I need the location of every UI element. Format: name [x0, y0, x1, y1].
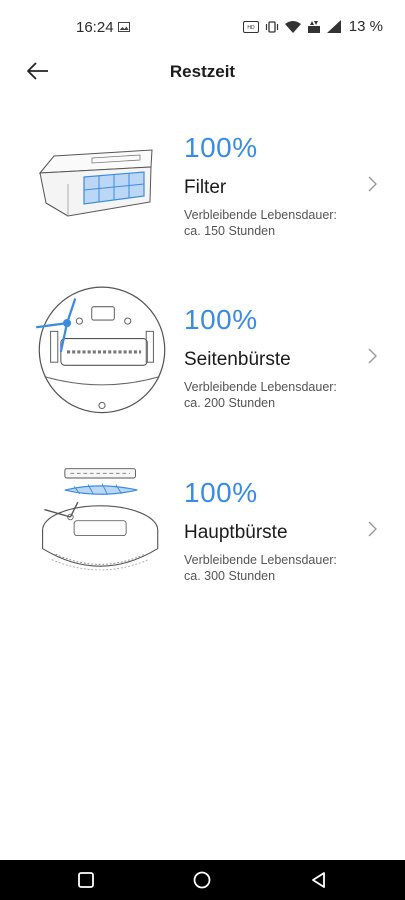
signal-icon [326, 20, 341, 33]
gallery-icon [118, 22, 130, 32]
list-item-filter[interactable]: 100% Filter Verbleibende Lebensdauer: ca… [0, 110, 405, 270]
system-nav-bar [0, 860, 405, 900]
side-brush-image [36, 286, 166, 414]
item-percent: 100% [184, 132, 258, 163]
item-remaining-label: Verbleibende Lebensdauer: [184, 208, 337, 222]
wifi-icon [284, 21, 301, 33]
chevron-right-icon [368, 348, 377, 364]
svg-text:HD: HD [247, 25, 255, 31]
item-remaining-hours: ca. 200 Stunden [184, 396, 276, 410]
item-remaining-label: Verbleibende Lebensdauer: [184, 380, 337, 394]
home-circle-icon[interactable] [192, 870, 212, 890]
item-title: Filter [184, 177, 227, 198]
vibrate-icon [265, 20, 278, 33]
item-title: Seitenbürste [184, 349, 291, 370]
item-remaining-hours: ca. 300 Stunden [184, 569, 276, 583]
item-remaining-label: Verbleibende Lebensdauer: [184, 553, 337, 567]
battery-percent: 13 % [348, 18, 383, 35]
item-remaining-hours: ca. 150 Stunden [184, 224, 276, 238]
status-bar: 16:24 HD 13 % [0, 0, 405, 56]
item-title: Hauptbürste [184, 522, 288, 543]
volte-icon: HD [242, 20, 259, 33]
main-brush-image [42, 468, 159, 571]
item-percent: 100% [184, 477, 258, 508]
list-item-main-brush[interactable]: 100% Hauptbürste Verbleibende Lebensdaue… [0, 455, 405, 615]
chevron-right-icon [368, 521, 377, 537]
status-time: 16:24 [76, 19, 114, 36]
data-icon [307, 21, 320, 33]
status-icons: HD 13 % [242, 18, 383, 35]
filter-image [38, 149, 153, 217]
page-title: Restzeit [169, 62, 236, 81]
back-triangle-icon[interactable] [309, 870, 329, 890]
item-percent: 100% [184, 304, 258, 335]
recents-square-icon[interactable] [76, 870, 96, 890]
chevron-right-icon [368, 176, 377, 192]
list-item-side-brush[interactable]: 100% Seitenbürste Verbleibende Lebensdau… [0, 282, 405, 442]
